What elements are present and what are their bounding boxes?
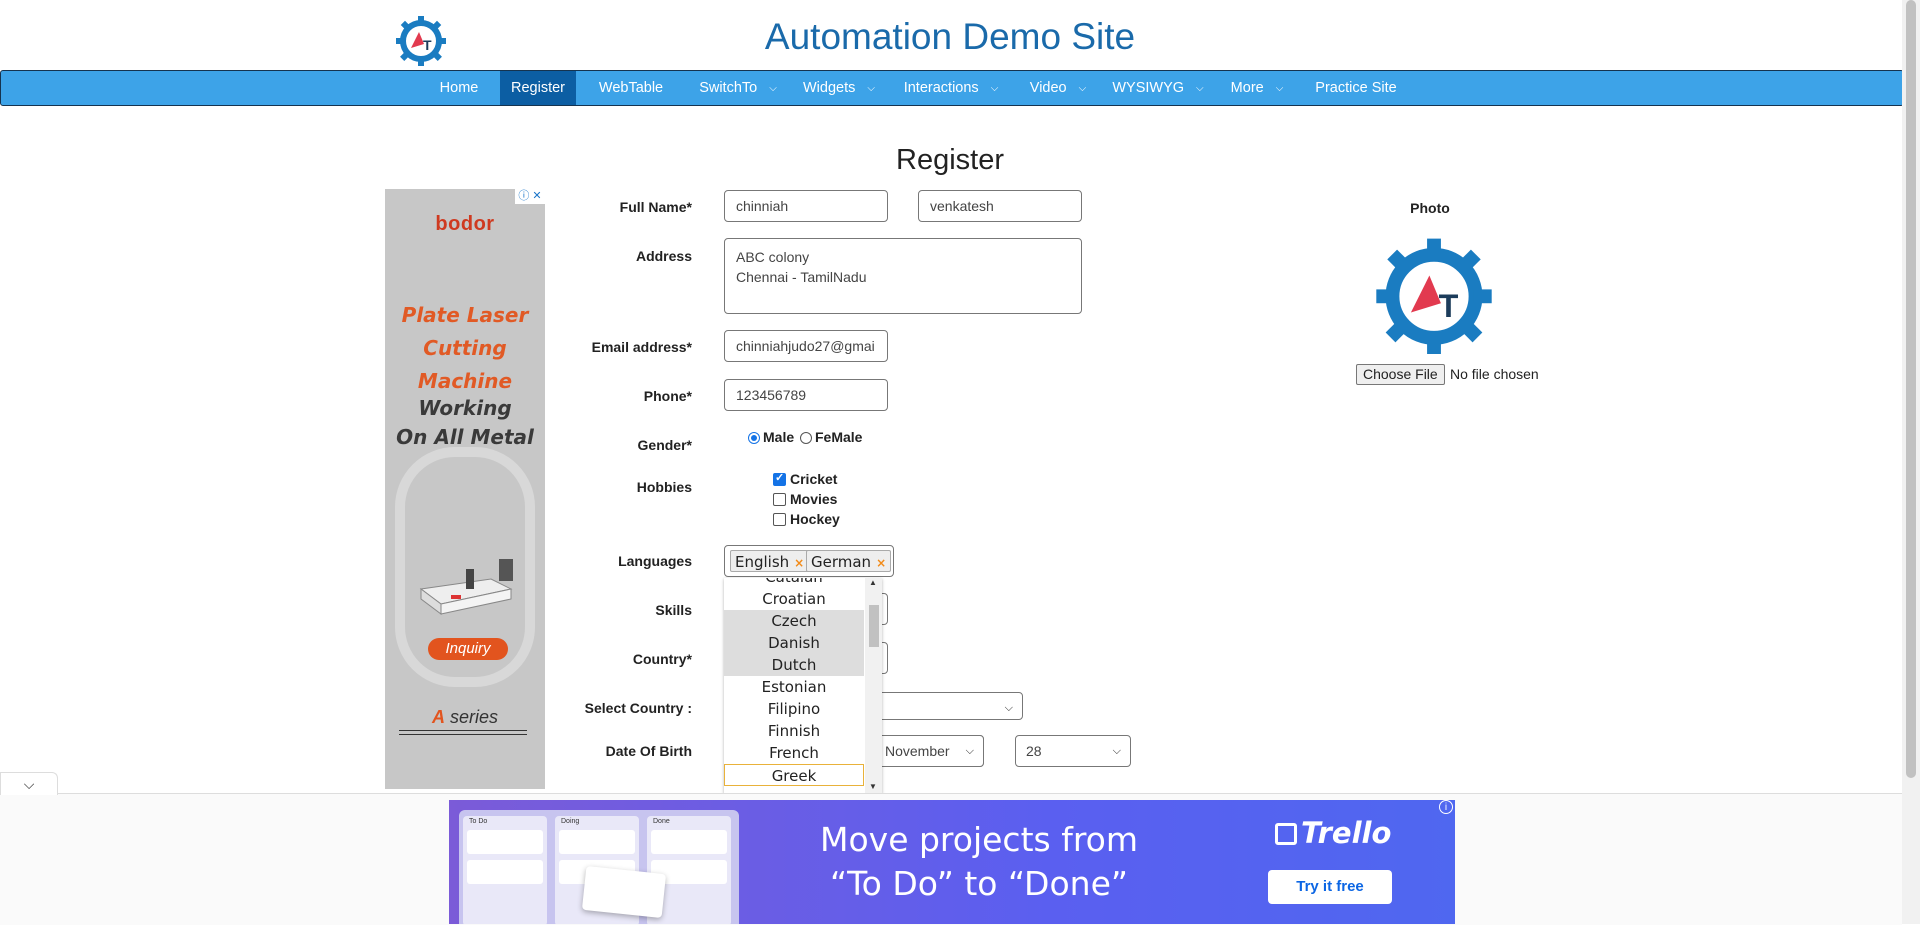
country-label: Country* — [632, 651, 692, 667]
ad-subline: Working On All Metal — [396, 396, 534, 449]
page-scroll-thumb[interactable] — [1906, 0, 1916, 778]
hobby-hockey-label: Hockey — [790, 511, 840, 527]
photo-label: Photo — [1410, 200, 1450, 216]
full-name-label: Full Name* — [619, 199, 692, 215]
first-name-input[interactable]: chinniah — [724, 190, 888, 222]
nav-item-home[interactable]: Home — [418, 71, 500, 105]
chevron-down-icon: ⌵ — [1078, 83, 1087, 94]
remove-icon[interactable]: × — [876, 556, 886, 570]
languages-scrollbar[interactable]: ▲ ▼ — [865, 578, 882, 794]
language-chip-german[interactable]: German × — [806, 550, 892, 572]
hobby-hockey-checkbox[interactable] — [773, 513, 786, 526]
chevron-down-icon: ⌵ — [867, 83, 875, 94]
svg-text:T: T — [1439, 288, 1459, 324]
left-ad-banner[interactable]: ⓘ ✕ bodor Plate Laser Cutting Machine Work… — [385, 189, 545, 789]
gender-female-radio[interactable] — [800, 432, 812, 444]
ad-board-graphic: To Do Doing Done — [459, 810, 739, 924]
languages-label: Languages — [618, 553, 692, 569]
language-option-french[interactable]: French — [724, 742, 864, 764]
language-option-czech[interactable]: Czech — [724, 610, 864, 632]
laser-machine-image — [419, 559, 513, 615]
ad-info-icon[interactable]: i — [1439, 800, 1453, 814]
bottom-ad-banner[interactable]: To Do Doing Done Move projects from “To D… — [449, 800, 1455, 924]
nav-item-more[interactable]: More ⌵ — [1214, 71, 1300, 105]
nav-items: Home Register WebTable SwitchTo ⌵ Widgets ⌵ Int… — [418, 71, 1412, 105]
language-option-estonian[interactable]: Estonian — [724, 676, 864, 698]
main-nav: Home Register WebTable SwitchTo ⌵ Widgets ⌵ Int… — [0, 70, 1904, 106]
collapse-ad-button[interactable]: ⌵ — [0, 772, 58, 795]
languages-dropdown-list[interactable]: CatalanCroatianCzechDanishDutchEstonianF… — [724, 578, 882, 794]
email-input[interactable]: chinniahjudo27@gmai — [724, 330, 888, 362]
last-name-input[interactable]: venkatesh — [918, 190, 1082, 222]
language-option-filipino[interactable]: Filipino — [724, 698, 864, 720]
nav-item-wysiwyg[interactable]: WYSIWYG ⌵ — [1102, 71, 1214, 105]
trello-icon — [1275, 823, 1297, 845]
nav-item-webtable[interactable]: WebTable — [576, 71, 686, 105]
email-label: Email address* — [591, 339, 692, 355]
language-option-dutch[interactable]: Dutch — [724, 654, 864, 676]
hobby-cricket-checkbox[interactable] — [773, 471, 786, 486]
language-option-finnish[interactable]: Finnish — [724, 720, 864, 742]
svg-text:T: T — [423, 37, 432, 53]
ad-close-icon[interactable]: ⓘ ✕ — [515, 189, 545, 204]
select-country-label: Select Country : — [584, 700, 692, 716]
dob-day-select[interactable]: 28 ⌵ — [1015, 735, 1131, 767]
ad-headline: Move projects from “To Do” to “Done” — [820, 820, 1138, 903]
gender-male-label: Male — [763, 429, 795, 445]
nav-item-register[interactable]: Register — [500, 71, 576, 105]
ad-divider — [399, 730, 527, 731]
nav-item-switchto[interactable]: SwitchTo ⌵ — [686, 71, 790, 105]
scroll-thumb[interactable] — [869, 605, 879, 647]
language-option-catalan[interactable]: Catalan — [724, 578, 864, 588]
chevron-down-icon: ⌵ — [1112, 745, 1121, 757]
page-title: Register — [896, 144, 1004, 176]
gender-female-label: FeMale — [815, 429, 863, 445]
chevron-down-icon: ⌵ — [1004, 702, 1013, 714]
chevron-down-icon: ⌵ — [1275, 83, 1284, 94]
photo-preview-image: T — [1374, 234, 1494, 354]
nav-item-video[interactable]: Video ⌵ — [1014, 71, 1102, 105]
dob-label: Date Of Birth — [605, 743, 692, 759]
chevron-down-icon: ⌵ — [990, 83, 999, 94]
nav-item-practice-site[interactable]: Practice Site — [1300, 71, 1412, 105]
ad-cta-button[interactable]: Try it free — [1268, 870, 1392, 904]
language-chip-english[interactable]: English × — [730, 550, 810, 572]
phone-input[interactable]: 123456789 — [724, 379, 888, 411]
ad-inquiry-button[interactable]: Inquiry — [428, 638, 508, 660]
nav-item-widgets[interactable]: Widgets ⌵ — [790, 71, 888, 105]
ad-divider — [399, 734, 527, 735]
choose-file-button[interactable]: Choose File — [1356, 364, 1445, 385]
ad-brand: bodor — [435, 213, 495, 235]
address-textarea[interactable]: ABC colony Chennai - TamilNadu — [724, 238, 1082, 314]
file-status-text: No file chosen — [1450, 366, 1539, 382]
hobby-movies-label: Movies — [790, 491, 838, 507]
scroll-up-icon[interactable]: ▲ — [869, 578, 877, 587]
language-option-croatian[interactable]: Croatian — [724, 588, 864, 610]
hobbies-label: Hobbies — [636, 479, 692, 495]
trello-logo: Trello — [1275, 816, 1391, 850]
gender-male-radio[interactable] — [748, 432, 760, 444]
site-title: Automation Demo Site — [764, 16, 1136, 57]
chevron-down-icon: ⌵ — [23, 776, 35, 792]
gender-label: Gender* — [637, 437, 692, 453]
language-option-danish[interactable]: Danish — [724, 632, 864, 654]
chevron-down-icon: ⌵ — [1196, 83, 1204, 94]
remove-icon[interactable]: × — [794, 556, 804, 570]
ad-headline: Plate Laser Cutting Machine — [401, 303, 529, 393]
nav-item-interactions[interactable]: Interactions ⌵ — [888, 71, 1014, 105]
dob-month-select[interactable]: November ⌵ — [874, 735, 984, 767]
language-option-greek[interactable]: Greek — [724, 764, 864, 786]
ad-series-label: A series — [431, 707, 498, 727]
page-scrollbar[interactable] — [1902, 0, 1920, 924]
chevron-down-icon: ⌵ — [769, 83, 777, 94]
address-label: Address — [635, 248, 692, 264]
scroll-down-icon[interactable]: ▼ — [869, 782, 877, 791]
site-logo: T — [396, 14, 446, 66]
languages-multiselect[interactable]: English × German × — [724, 545, 894, 577]
skills-label: Skills — [655, 602, 692, 618]
hobby-movies-checkbox[interactable] — [773, 493, 786, 506]
chevron-down-icon: ⌵ — [965, 745, 974, 757]
hobby-cricket-label: Cricket — [790, 471, 838, 487]
phone-label: Phone* — [643, 388, 692, 404]
